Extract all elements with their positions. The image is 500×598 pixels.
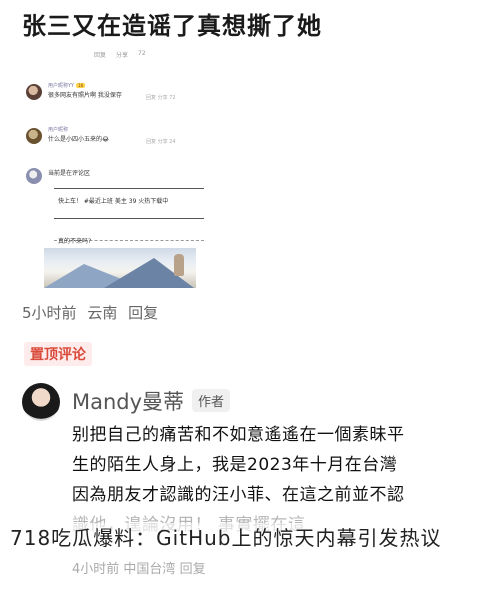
avatar: [26, 168, 42, 184]
reply-button[interactable]: 回复: [180, 562, 206, 577]
comment-text: 什么是小四小五来的😂: [48, 136, 110, 143]
comment-meta: 回复 分享 72: [146, 95, 176, 101]
comment-location: 中国台湾: [123, 562, 176, 577]
avatar: [26, 84, 42, 100]
comment-line: 生的陌生人身上，我是2023年十月在台灣: [72, 455, 398, 475]
author-badge: 作者: [192, 389, 231, 412]
author-name[interactable]: Mandy曼蒂: [72, 386, 184, 416]
post-time: 5小时前: [22, 304, 77, 322]
avatar[interactable]: [22, 383, 60, 421]
comment-user: 用户昵称: [48, 127, 69, 133]
avatar: [26, 128, 42, 144]
divider: [54, 218, 204, 219]
person-figure: [174, 254, 184, 276]
quote-text: 快上车！ #最近上班 美主 39 火热下载中: [58, 198, 169, 205]
comment-meta: 回复 分享 24: [146, 139, 176, 145]
level-badge: 16: [76, 83, 86, 88]
post-meta: 5小时前 云南 回复: [22, 302, 164, 323]
comment-meta: 4小时前 中国台湾 回复: [72, 558, 206, 577]
snow-landscape-image: [44, 248, 196, 288]
comment-text: 很多网友有照片啊 我没保存: [48, 92, 122, 99]
comment-time: 4小时前: [72, 562, 120, 577]
comment-body: 别把自己的痛苦和不如意遙遙在一個素昧平 生的陌生人身上，我是2023年十月在台灣…: [72, 420, 492, 540]
page-title: 张三又在造谣了真想撕了她: [22, 12, 322, 40]
divider: [54, 188, 204, 189]
comment-line: 别把自己的痛苦和不如意遙遙在一個素昧平: [72, 425, 405, 445]
headline-overlay: 718吃瓜爆料：GitHub上的惊天内幕引发热议: [10, 523, 500, 553]
stat-share: 分享: [116, 52, 129, 59]
comment-text: 当前是在评论区: [48, 170, 91, 177]
comment-user: 用户昵称YY 16: [48, 83, 86, 89]
embedded-screenshot: 回复 分享 72 用户昵称YY 16 很多网友有照片啊 我没保存 回复 分享 72…: [22, 48, 212, 288]
comment-line: 因為朋友才認識的汪小菲、在這之前並不認: [72, 485, 405, 505]
post-location: 云南: [87, 304, 118, 322]
quote-text: 真的不来吗?: [58, 238, 92, 245]
reply-button[interactable]: 回复: [128, 304, 158, 322]
stat-reply: 回复: [94, 52, 107, 59]
pinned-comment-label: 置顶评论: [24, 342, 92, 366]
embedded-stats: 回复 分享 72: [94, 50, 146, 59]
stat-like: 72: [138, 50, 146, 57]
